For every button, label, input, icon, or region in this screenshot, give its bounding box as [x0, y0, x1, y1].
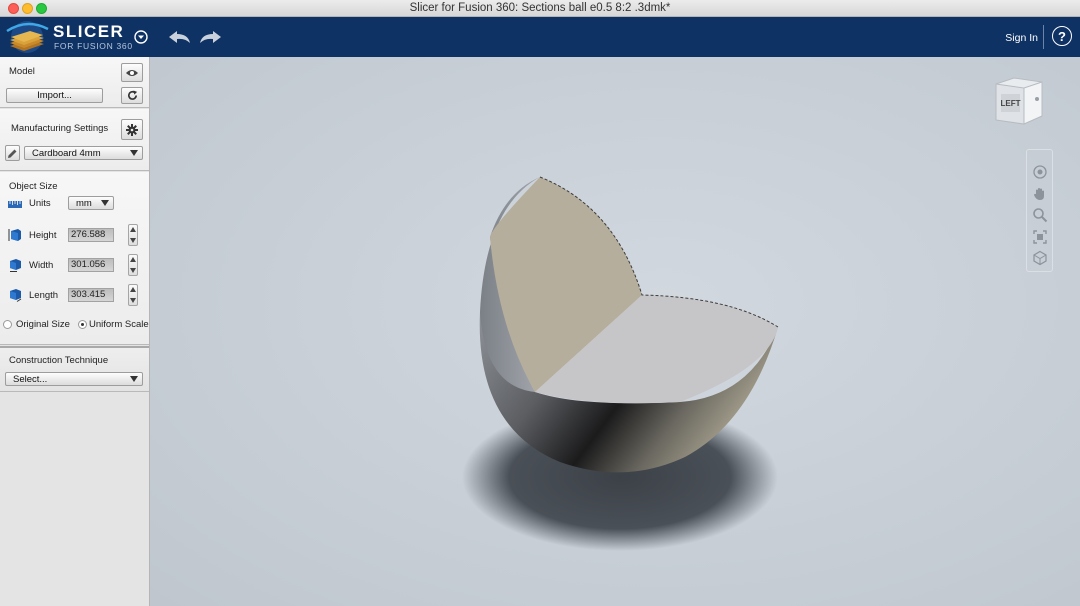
length-dimension-icon	[10, 289, 22, 302]
material-select-value: Cardboard 4mm	[32, 147, 101, 159]
undo-icon	[169, 31, 190, 43]
length-input[interactable]: 303.415	[68, 288, 114, 302]
material-select[interactable]: Cardboard 4mm	[24, 146, 143, 160]
import-button[interactable]: Import...	[6, 88, 103, 103]
pan-icon[interactable]	[1032, 186, 1048, 202]
sidebar: Model Import... Manufacturing Settings C…	[0, 57, 150, 606]
object-size-section: Object Size Units mm Height 276.588 Widt…	[0, 172, 149, 345]
length-stepper[interactable]	[128, 284, 138, 306]
manufacturing-section: Manufacturing Settings Cardboard 4mm	[0, 109, 149, 171]
uniform-scale-label[interactable]: Uniform Scale	[89, 319, 149, 330]
header-divider	[1043, 25, 1044, 49]
height-input[interactable]: 276.588	[68, 228, 114, 242]
chevron-down-circle-icon	[134, 30, 148, 44]
eye-icon	[126, 69, 138, 76]
height-label: Height	[29, 230, 57, 241]
home-icon[interactable]	[1032, 250, 1048, 266]
pencil-icon	[8, 149, 17, 158]
model-label: Model	[9, 66, 35, 77]
window-title: Slicer for Fusion 360: Sections ball e0.…	[409, 2, 671, 14]
app-menu-button[interactable]	[130, 26, 152, 48]
edit-material-button[interactable]	[5, 145, 20, 161]
viewcube[interactable]: LEFT	[992, 74, 1046, 128]
height-dimension-icon	[8, 229, 21, 241]
uniform-scale-radio[interactable]	[78, 320, 87, 329]
height-stepper[interactable]	[128, 224, 138, 246]
refresh-icon	[127, 90, 137, 100]
orbit-icon[interactable]	[1032, 164, 1048, 180]
object-size-label: Object Size	[9, 181, 58, 192]
construction-select-value: Select...	[13, 373, 48, 385]
window-titlebar: Slicer for Fusion 360: Sections ball e0.…	[0, 0, 1080, 17]
toggle-visibility-button[interactable]	[121, 63, 143, 82]
refresh-button[interactable]	[121, 87, 143, 104]
original-size-radio[interactable]	[3, 320, 12, 329]
zoom-icon[interactable]	[1032, 207, 1048, 223]
viewcube-face-label: LEFT	[1001, 99, 1021, 108]
units-select-value: mm	[76, 197, 92, 209]
construction-label: Construction Technique	[9, 355, 109, 366]
width-stepper[interactable]	[128, 254, 138, 276]
3d-viewport[interactable]: LEFT	[150, 57, 1080, 606]
construction-section: Construction Technique Select...	[0, 346, 149, 392]
redo-icon	[200, 31, 221, 43]
slicer-logo-icon	[6, 21, 49, 53]
brand-subtitle: FOR FUSION 360	[54, 41, 133, 51]
original-size-label[interactable]: Original Size	[16, 319, 70, 330]
construction-select[interactable]: Select...	[5, 372, 143, 386]
fit-icon[interactable]	[1032, 229, 1048, 245]
navigation-bar	[1026, 149, 1053, 272]
ruler-icon	[8, 201, 22, 208]
undo-button[interactable]	[166, 26, 194, 48]
units-select[interactable]: mm	[68, 196, 114, 210]
width-input[interactable]: 301.056	[68, 258, 114, 272]
help-button[interactable]: ?	[1052, 26, 1072, 46]
app-header: SLICER FOR FUSION 360 Sign In ?	[0, 17, 1080, 57]
chevron-down-icon	[101, 200, 109, 206]
brand-title: SLICER	[53, 22, 125, 41]
chevron-down-icon	[130, 376, 138, 382]
chevron-down-icon	[130, 150, 138, 156]
sectioned-ball-model[interactable]	[450, 167, 790, 557]
manufacturing-label: Manufacturing Settings	[11, 123, 109, 134]
manufacturing-settings-button[interactable]	[121, 119, 143, 140]
gear-icon	[126, 123, 138, 136]
sign-in-link[interactable]: Sign In	[1005, 32, 1038, 44]
redo-button[interactable]	[196, 26, 224, 48]
width-dimension-icon	[10, 259, 21, 272]
width-label: Width	[29, 260, 54, 271]
length-label: Length	[29, 290, 59, 301]
units-label: Units	[29, 198, 51, 209]
model-section: Model Import...	[0, 57, 149, 108]
